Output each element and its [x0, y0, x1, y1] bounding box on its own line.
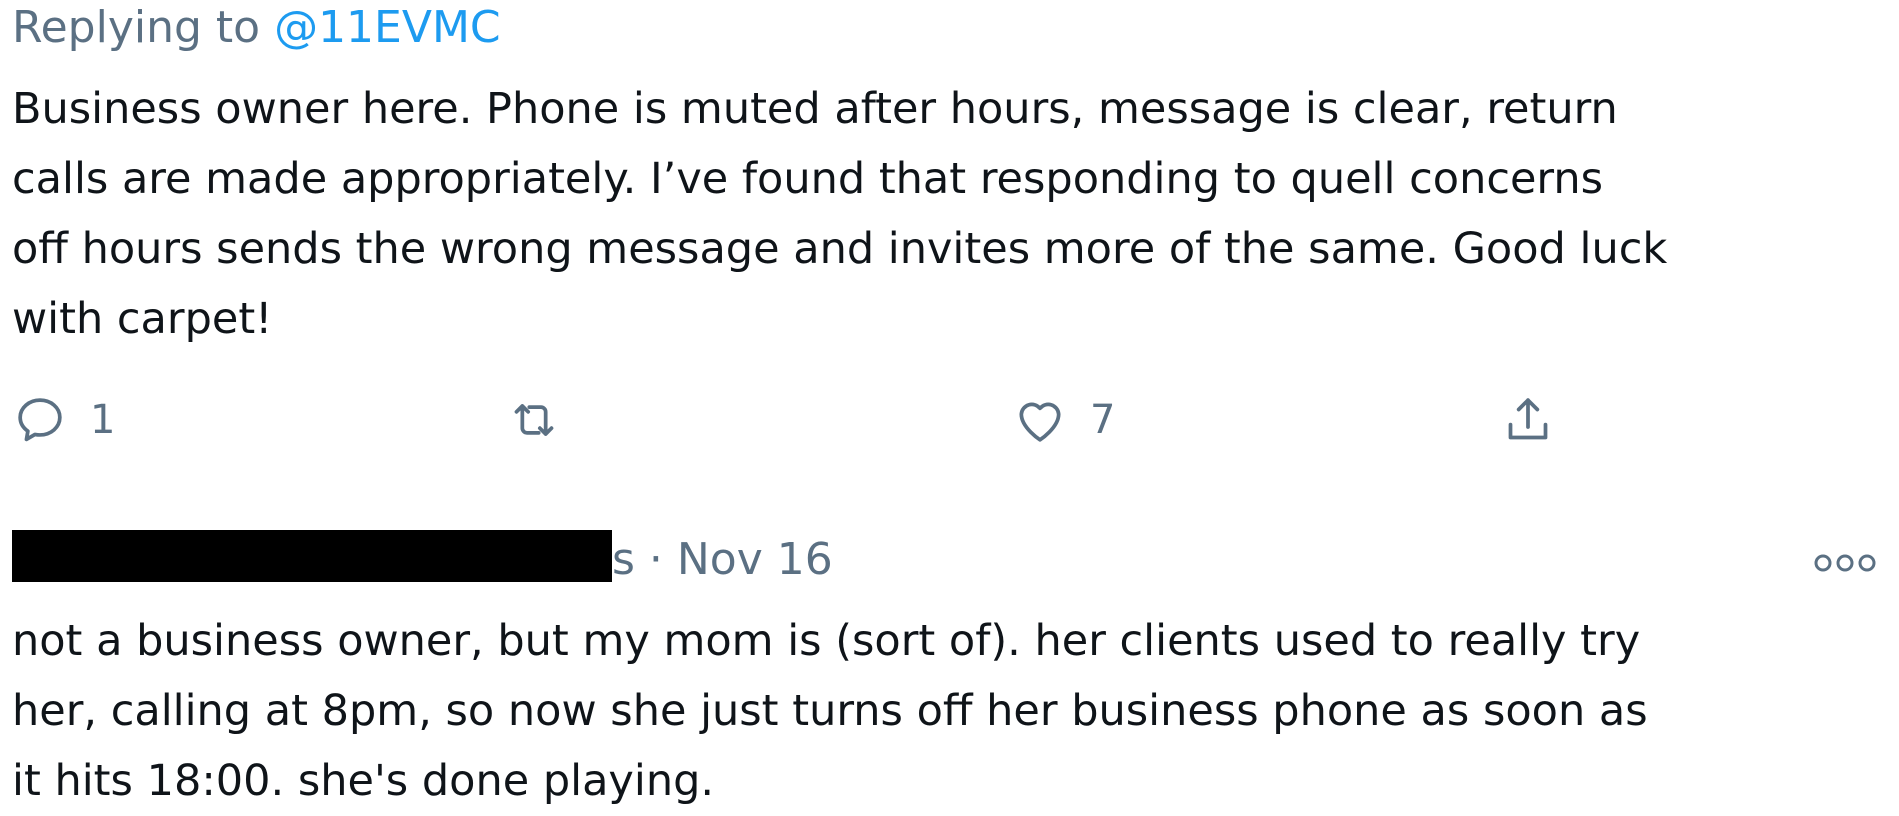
- replying-to-line: Replying to @11EVMC: [12, 0, 501, 56]
- like-button[interactable]: 7: [1012, 388, 1115, 452]
- tweet-text-line: off hours sends the wrong message and in…: [12, 224, 1668, 274]
- replying-to-handle-link[interactable]: @11EVMC: [274, 2, 501, 53]
- tweet-text: Business owner here. Phone is muted afte…: [12, 74, 1667, 354]
- like-count: 7: [1090, 397, 1116, 443]
- tweet-text: not a business owner, but my mom is (sor…: [12, 606, 1648, 816]
- share-icon: [1508, 398, 1548, 440]
- replying-to-label: Replying to: [12, 2, 261, 53]
- reply-button[interactable]: 1: [12, 388, 115, 452]
- tweet-text-line: her, calling at 8pm, so now she just tur…: [12, 686, 1648, 736]
- reply-icon: [18, 398, 62, 442]
- tweet-text-line: calls are made appropriately. I’ve found…: [12, 154, 1603, 204]
- tweet-text-line: not a business owner, but my mom is (sor…: [12, 616, 1641, 666]
- retweet-icon: [514, 404, 554, 436]
- author-timestamp[interactable]: s · Nov 16: [612, 532, 833, 588]
- tweet-text-line: Business owner here. Phone is muted afte…: [12, 84, 1618, 134]
- heart-icon: [1019, 402, 1061, 442]
- reply-count: 1: [90, 397, 116, 443]
- retweet-button[interactable]: [506, 388, 562, 452]
- share-button[interactable]: [1500, 388, 1556, 452]
- redacted-author-name: [12, 530, 612, 582]
- more-options-icon[interactable]: [1812, 548, 1878, 578]
- tweet-text-line: it hits 18:00. she's done playing.: [12, 756, 715, 806]
- tweet-text-line: with carpet!: [12, 294, 273, 344]
